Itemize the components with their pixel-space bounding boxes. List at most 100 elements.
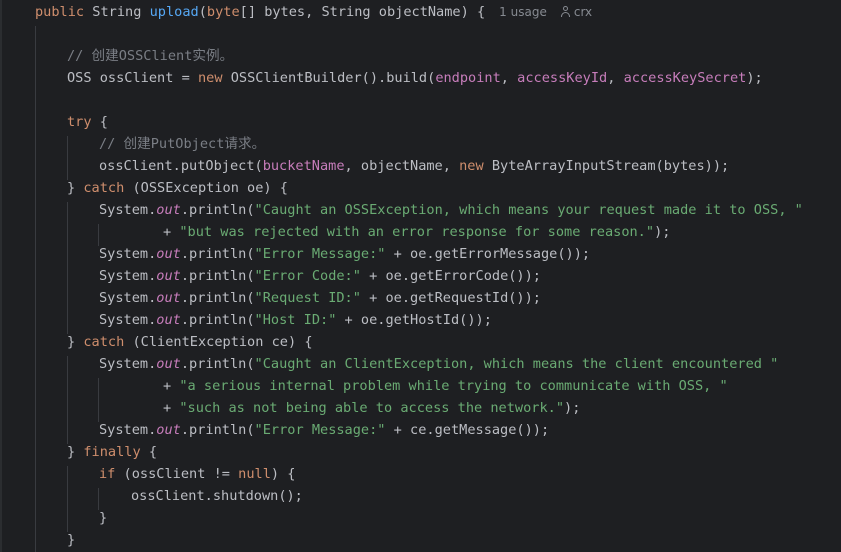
- code-line-println[interactable]: System.out.println("Error Code:" + oe.ge…: [99, 265, 541, 287]
- indent-guide: [67, 202, 68, 334]
- code-line-println[interactable]: System.out.println("Error Message:" + ce…: [99, 419, 549, 441]
- code-token: + oe.getHostId());: [336, 312, 492, 328]
- code-token: + ce.getMessage());: [385, 422, 550, 438]
- code-token: );: [564, 400, 581, 416]
- code-token: ,: [607, 70, 624, 86]
- code-token: OSS ossClient =: [67, 70, 198, 86]
- code-line-comment[interactable]: // 创建OSSClient实例。: [67, 45, 233, 67]
- code-line-continuation[interactable]: + "a serious internal problem while tryi…: [163, 375, 728, 397]
- code-token: }: [67, 444, 84, 460]
- code-token: ossClient.shutdown();: [131, 488, 303, 504]
- static-field-out: out: [156, 246, 181, 262]
- code-token: System.: [99, 312, 157, 328]
- keyword-new: new: [197, 70, 223, 86]
- code-token: System.: [99, 202, 157, 218]
- method-params: [] bytes, String objectName) {: [239, 4, 486, 20]
- keyword-catch: catch: [83, 334, 125, 350]
- code-line-method-signature[interactable]: public String upload(byte[] bytes, Strin…: [35, 1, 592, 23]
- string-literal: "Caught an ClientException, which means …: [254, 356, 779, 372]
- static-field-out: out: [156, 268, 181, 284]
- code-token: .println(: [180, 356, 255, 372]
- code-token: OSSClientBuilder().build(: [222, 70, 436, 86]
- keyword-new: new: [459, 158, 484, 174]
- code-token: +: [163, 224, 180, 240]
- code-token: +: [163, 378, 180, 394]
- code-line-println[interactable]: System.out.println("Caught an ClientExce…: [99, 353, 778, 375]
- keyword-public: public: [35, 4, 85, 20]
- code-token: }: [67, 532, 76, 548]
- string-literal: "Caught an OSSException, which means you…: [254, 202, 803, 218]
- code-token: (ossClient !=: [115, 466, 239, 482]
- code-token: .println(: [180, 246, 255, 262]
- code-token: }: [67, 180, 84, 196]
- code-token: .println(: [180, 202, 255, 218]
- code-line-catch-oss[interactable]: } catch (OSSException oe) {: [67, 177, 288, 199]
- code-token: +: [163, 400, 180, 416]
- code-line-continuation[interactable]: + "such as not being able to access the …: [163, 397, 580, 419]
- code-token: + oe.getRequestId());: [360, 290, 541, 306]
- method-name[interactable]: upload: [150, 4, 199, 20]
- code-line-catch-client[interactable]: } catch (ClientException ce) {: [67, 331, 313, 353]
- code-line-comment[interactable]: // 创建PutObject请求。: [99, 133, 265, 155]
- code-line-println[interactable]: System.out.println("Request ID:" + oe.ge…: [99, 287, 541, 309]
- code-token: }: [99, 510, 108, 526]
- keyword-finally: finally: [83, 444, 141, 460]
- code-line-shutdown[interactable]: ossClient.shutdown();: [131, 485, 303, 507]
- code-token: .println(: [180, 422, 255, 438]
- code-line-put-object[interactable]: ossClient.putObject(bucketName, objectNa…: [99, 155, 729, 177]
- open-paren: (: [198, 4, 207, 20]
- editor-gutter: [0, 0, 2, 552]
- field-access-key-id: accessKeyId: [517, 70, 608, 86]
- return-type: String: [92, 4, 142, 20]
- code-token: );: [654, 224, 671, 240]
- code-token: System.: [99, 356, 157, 372]
- static-field-out: out: [156, 356, 181, 372]
- code-line-close-brace[interactable]: }: [99, 507, 107, 529]
- author-hint[interactable]: crx: [561, 5, 592, 19]
- indent-guide: [67, 466, 68, 532]
- code-line-finally[interactable]: } finally {: [67, 441, 157, 463]
- code-editor[interactable]: public String upload(byte[] bytes, Strin…: [0, 0, 841, 552]
- code-token: );: [746, 70, 763, 86]
- code-line-println[interactable]: System.out.println("Error Message:" + oe…: [99, 243, 590, 265]
- static-field-out: out: [156, 422, 181, 438]
- code-token: {: [140, 444, 158, 460]
- code-line-continuation[interactable]: + "but was rejected with an error respon…: [163, 221, 670, 243]
- code-token: + oe.getErrorMessage());: [385, 246, 591, 262]
- code-token: ) {: [270, 466, 296, 482]
- code-line-close-brace[interactable]: }: [67, 529, 75, 551]
- code-token: ossClient.putObject(: [99, 158, 263, 174]
- code-token: (OSSException oe) {: [124, 180, 288, 196]
- code-token: (ClientException ce) {: [124, 334, 313, 350]
- keyword-byte: byte: [206, 4, 240, 20]
- field-access-key-secret: accessKeySecret: [623, 70, 747, 86]
- usages-hint[interactable]: 1 usage: [499, 5, 547, 19]
- user-icon: [561, 6, 571, 17]
- code-token: ByteArrayInputStream(bytes));: [483, 158, 730, 174]
- code-line-if[interactable]: if (ossClient != null) {: [99, 463, 295, 485]
- string-literal: "Error Code:": [254, 268, 361, 284]
- keyword-try: try: [67, 114, 92, 130]
- code-token: System.: [99, 290, 157, 306]
- code-line-try[interactable]: try {: [67, 111, 108, 133]
- string-literal: "Host ID:": [254, 312, 337, 328]
- code-line-client-init[interactable]: OSS ossClient = new OSSClientBuilder().b…: [67, 67, 763, 89]
- author-name: crx: [573, 5, 593, 19]
- string-literal: "such as not being able to access the ne…: [179, 400, 565, 416]
- static-field-out: out: [156, 312, 181, 328]
- code-line-println[interactable]: System.out.println("Host ID:" + oe.getHo…: [99, 309, 492, 331]
- indent-guide: [67, 136, 68, 180]
- code-token: + oe.getErrorCode());: [360, 268, 541, 284]
- static-field-out: out: [156, 202, 181, 218]
- static-field-out: out: [156, 290, 181, 306]
- code-line-println[interactable]: System.out.println("Caught an OSSExcepti…: [99, 199, 803, 221]
- indent-guide: [35, 26, 36, 552]
- code-token: .println(: [180, 290, 255, 306]
- code-token: }: [67, 334, 84, 350]
- code-token: .println(: [180, 312, 255, 328]
- code-token: ,: [500, 70, 518, 86]
- indent-guide: [67, 356, 68, 444]
- code-token: {: [91, 114, 108, 130]
- field-endpoint: endpoint: [435, 70, 501, 86]
- field-bucket-name: bucketName: [262, 158, 345, 174]
